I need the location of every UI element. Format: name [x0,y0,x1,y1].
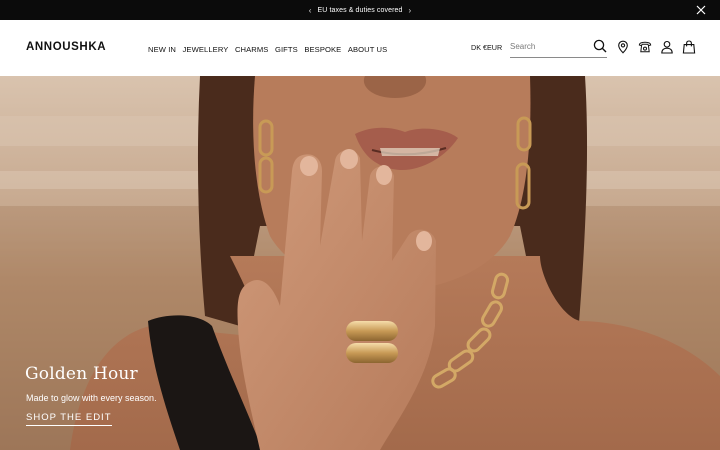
site-header: ANNOUSHKA NEW IN JEWELLERY CHARMS GIFTS … [0,20,720,76]
announcement-prev-arrow[interactable]: ‹ [309,6,312,15]
telephone-icon[interactable] [638,40,652,54]
nav-item-gifts[interactable]: GIFTS [275,45,298,54]
nav-item-new-in[interactable]: NEW IN [148,45,176,54]
search-icon[interactable] [593,39,607,53]
search-box [510,36,607,58]
currency-selector[interactable]: DK €EUR [471,43,502,52]
close-icon[interactable] [694,3,708,17]
shop-the-edit-link[interactable]: SHOP THE EDIT [26,412,112,426]
nav-item-bespoke[interactable]: BESPOKE [304,45,341,54]
announcement-next-arrow[interactable]: › [409,6,412,15]
location-pin-icon[interactable] [616,40,630,54]
nav-item-about-us[interactable]: ABOUT US [348,45,387,54]
nav-item-jewellery[interactable]: JEWELLERY [183,45,229,54]
hero-title: Golden Hour [25,364,138,384]
announcement-bar: ‹ EU taxes & duties covered › [0,0,720,20]
hero-banner[interactable]: Golden Hour Made to glow with every seas… [0,76,720,450]
main-nav: NEW IN JEWELLERY CHARMS GIFTS BESPOKE AB… [148,45,394,54]
hero-subtitle: Made to glow with every season. [26,393,157,403]
shopping-bag-icon[interactable] [682,40,696,54]
brand-logo[interactable]: ANNOUSHKA [26,41,106,53]
user-icon[interactable] [660,40,674,54]
search-input[interactable] [510,36,590,57]
nav-item-charms[interactable]: CHARMS [235,45,269,54]
announcement-text: EU taxes & duties covered [317,6,403,14]
